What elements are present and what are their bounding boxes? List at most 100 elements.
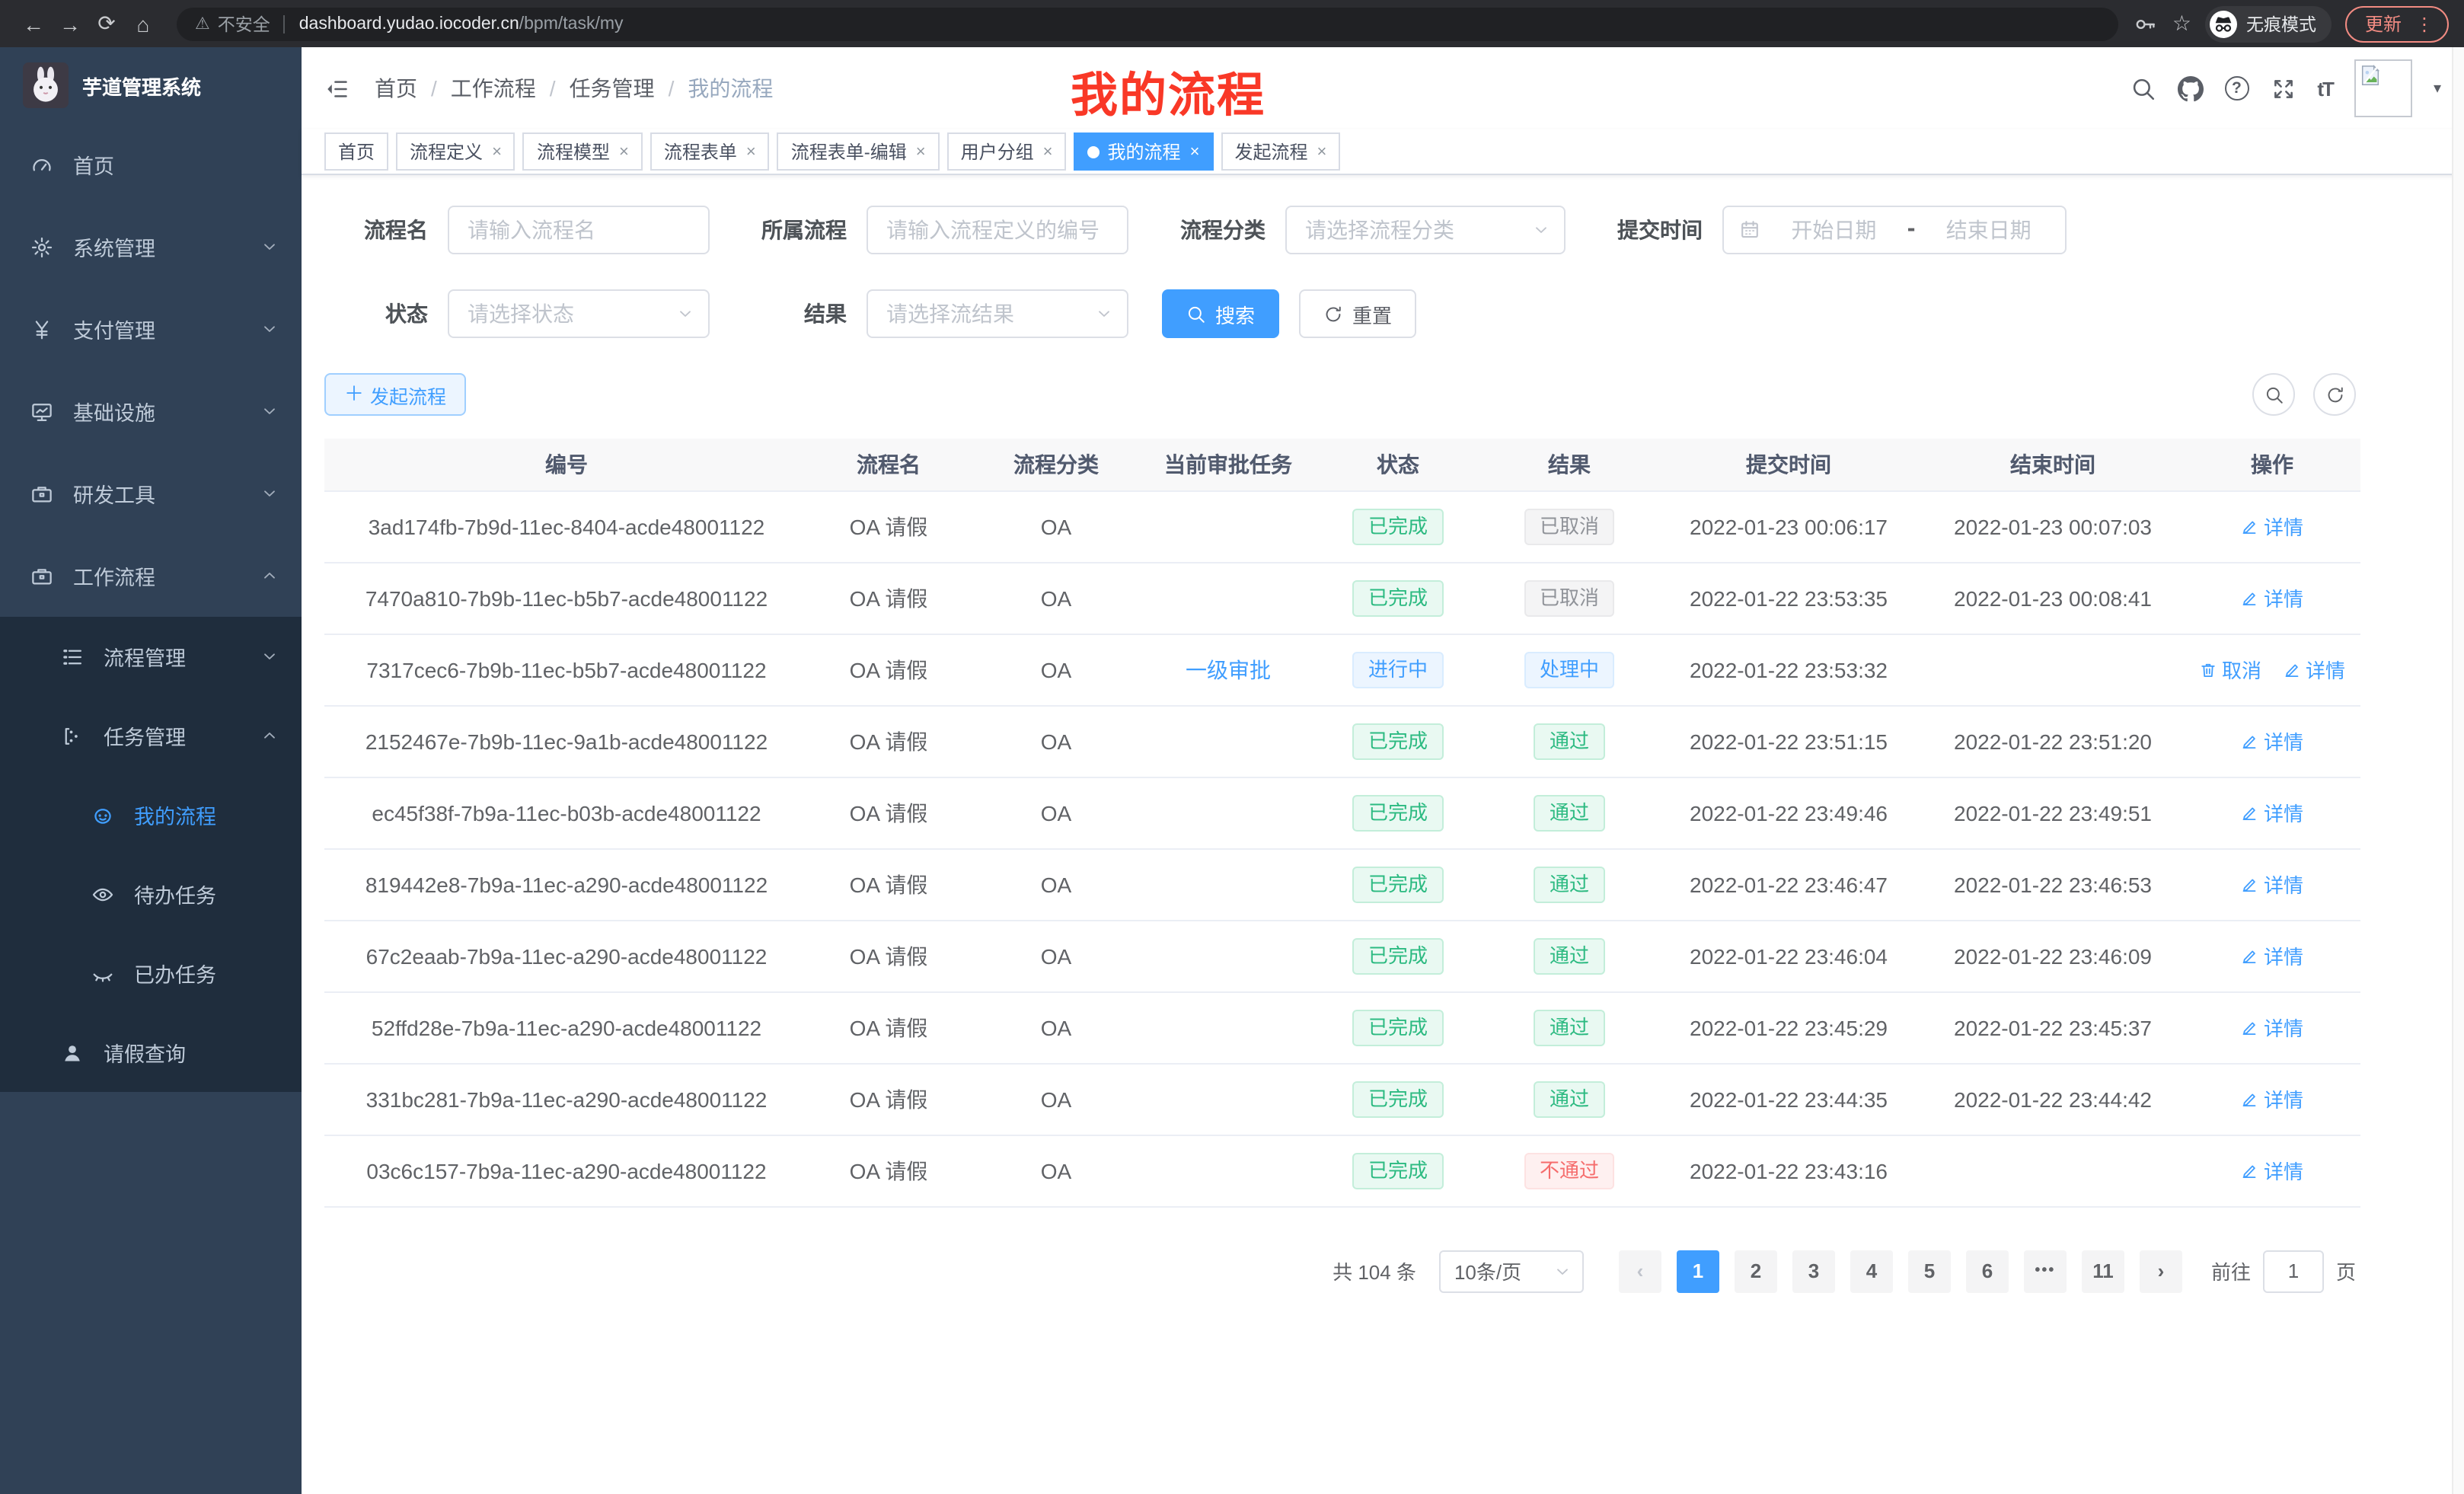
- tab-start-process[interactable]: 发起流程 ×: [1221, 132, 1340, 171]
- status-select[interactable]: 请选择状态: [448, 289, 710, 338]
- detail-action[interactable]: 详情: [2241, 1156, 2303, 1185]
- detail-action[interactable]: 详情: [2241, 1013, 2303, 1042]
- sidebar-item-system[interactable]: 系统管理: [0, 206, 302, 288]
- current-task-link[interactable]: 一级审批: [1186, 657, 1271, 682]
- breadcrumb-item[interactable]: 任务管理: [570, 73, 655, 104]
- address-bar[interactable]: ⚠ 不安全 dashboard.yudao.iocoder.cn/bpm/tas…: [177, 7, 2119, 40]
- browser-update-button[interactable]: 更新 ⋮: [2345, 5, 2449, 42]
- table-row[interactable]: 3ad174fb-7b9d-11ec-8404-acde48001122 OA …: [324, 490, 2360, 562]
- github-icon[interactable]: [2177, 75, 2203, 101]
- table-row[interactable]: ec45f38f-7b9a-11ec-b03b-acde48001122 OA …: [324, 777, 2360, 848]
- close-icon[interactable]: ×: [916, 142, 926, 161]
- hamburger-icon[interactable]: [324, 75, 350, 101]
- detail-action[interactable]: 详情: [2241, 1084, 2303, 1113]
- sidebar-item-dev-tools[interactable]: 研发工具: [0, 452, 302, 535]
- password-key-icon[interactable]: [2134, 11, 2159, 36]
- breadcrumb-item[interactable]: 首页: [375, 73, 417, 104]
- avatar-caret-icon[interactable]: ▾: [2434, 80, 2441, 97]
- refresh-table-button[interactable]: [2313, 373, 2356, 416]
- forward-icon[interactable]: →: [52, 5, 88, 42]
- status-badge: 已完成: [1353, 937, 1443, 974]
- table-row[interactable]: 331bc281-7b9a-11ec-a290-acde48001122 OA …: [324, 1063, 2360, 1135]
- page-button-3[interactable]: 3: [1792, 1250, 1835, 1292]
- detail-action[interactable]: 详情: [2241, 726, 2303, 755]
- tab-process-form[interactable]: 流程表单 ×: [650, 132, 770, 171]
- tab-process-form-edit[interactable]: 流程表单-编辑 ×: [777, 132, 940, 171]
- close-icon[interactable]: ×: [1317, 142, 1326, 161]
- page-button-11[interactable]: 11: [2082, 1250, 2124, 1292]
- process-name-input[interactable]: [448, 206, 710, 254]
- help-icon[interactable]: ?: [2224, 76, 2249, 101]
- page-button-2[interactable]: 2: [1735, 1250, 1777, 1292]
- page-scrollbar[interactable]: [2452, 47, 2464, 1494]
- tab-user-group[interactable]: 用户分组 ×: [947, 132, 1067, 171]
- detail-action[interactable]: 详情: [2241, 941, 2303, 970]
- cell-process-name: OA 请假: [809, 1135, 969, 1206]
- table-row[interactable]: 819442e8-7b9a-11ec-a290-acde48001122 OA …: [324, 848, 2360, 920]
- sidebar-item-payment[interactable]: 支付管理: [0, 288, 302, 370]
- cell-process-name: OA 请假: [809, 777, 969, 848]
- sidebar-item-process-mgmt[interactable]: 流程管理: [0, 617, 302, 696]
- home-icon[interactable]: ⌂: [125, 5, 161, 42]
- breadcrumb-item[interactable]: 工作流程: [451, 73, 536, 104]
- fullscreen-icon[interactable]: [2270, 75, 2296, 101]
- result-select[interactable]: 请选择流结果: [867, 289, 1128, 338]
- table-row[interactable]: 2152467e-7b9b-11ec-9a1b-acde48001122 OA …: [324, 705, 2360, 777]
- process-definition-input[interactable]: [867, 206, 1128, 254]
- page-button-5[interactable]: 5: [1908, 1250, 1951, 1292]
- cancel-action[interactable]: 取消: [2199, 655, 2261, 684]
- page-button-4[interactable]: 4: [1850, 1250, 1893, 1292]
- back-icon[interactable]: ←: [15, 5, 52, 42]
- browser-menu-icon[interactable]: ⋮: [2415, 13, 2434, 34]
- search-icon[interactable]: [2130, 75, 2156, 101]
- close-icon[interactable]: ×: [619, 142, 629, 161]
- submit-time-range-picker[interactable]: 开始日期 - 结束日期: [1722, 206, 2067, 254]
- detail-action[interactable]: 详情: [2283, 655, 2345, 684]
- sidebar-item-done-tasks[interactable]: 已办任务: [0, 934, 302, 1013]
- process-category-select[interactable]: 请选择流程分类: [1285, 206, 1566, 254]
- cell-process-name: OA 请假: [809, 920, 969, 991]
- close-icon[interactable]: ×: [1043, 142, 1053, 161]
- prev-page-button[interactable]: ‹: [1619, 1250, 1661, 1292]
- table-row[interactable]: 7470a810-7b9b-11ec-b5b7-acde48001122 OA …: [324, 562, 2360, 634]
- tab-my-process[interactable]: 我的流程 ×: [1074, 132, 1214, 171]
- sidebar-item-todo-tasks[interactable]: 待办任务: [0, 854, 302, 934]
- sidebar-item-task-mgmt[interactable]: 任务管理: [0, 696, 302, 775]
- page-ellipsis[interactable]: •••: [2024, 1250, 2067, 1292]
- app-logo[interactable]: 芋道管理系统: [0, 47, 302, 123]
- avatar[interactable]: [2354, 59, 2412, 117]
- sidebar-item-my-process[interactable]: 我的流程: [0, 775, 302, 854]
- sidebar-item-home[interactable]: 首页: [0, 123, 302, 206]
- tab-home[interactable]: 首页: [324, 132, 388, 171]
- detail-action[interactable]: 详情: [2241, 583, 2303, 612]
- page-button-1[interactable]: 1: [1677, 1250, 1719, 1292]
- goto-page-input[interactable]: [2263, 1250, 2324, 1292]
- chevron-down-icon: [1095, 305, 1113, 323]
- page-size-select[interactable]: 10条/页: [1439, 1250, 1584, 1292]
- next-page-button[interactable]: ›: [2140, 1250, 2182, 1292]
- toggle-search-button[interactable]: [2252, 373, 2295, 416]
- cell-submit-time: 2022-01-22 23:43:16: [1655, 1135, 1922, 1206]
- start-process-button[interactable]: ＋ 发起流程: [324, 373, 466, 416]
- table-row[interactable]: 67c2eaab-7b9a-11ec-a290-acde48001122 OA …: [324, 920, 2360, 991]
- detail-action[interactable]: 详情: [2241, 512, 2303, 541]
- font-size-icon[interactable]: tT: [2317, 77, 2333, 100]
- table-row[interactable]: 52ffd28e-7b9a-11ec-a290-acde48001122 OA …: [324, 991, 2360, 1063]
- close-icon[interactable]: ×: [492, 142, 502, 161]
- sidebar-item-infrastructure[interactable]: 基础设施: [0, 370, 302, 452]
- reset-button[interactable]: 重置: [1299, 289, 1416, 338]
- close-icon[interactable]: ×: [1190, 142, 1200, 161]
- detail-action[interactable]: 详情: [2241, 870, 2303, 899]
- table-row[interactable]: 7317cec6-7b9b-11ec-b5b7-acde48001122 OA …: [324, 634, 2360, 705]
- reload-icon[interactable]: ⟳: [88, 5, 125, 42]
- detail-action[interactable]: 详情: [2241, 798, 2303, 827]
- tab-process-definition[interactable]: 流程定义 ×: [396, 132, 515, 171]
- close-icon[interactable]: ×: [746, 142, 756, 161]
- page-button-6[interactable]: 6: [1966, 1250, 2009, 1292]
- search-button[interactable]: 搜索: [1162, 289, 1279, 338]
- bookmark-star-icon[interactable]: ☆: [2172, 11, 2191, 37]
- tab-process-model[interactable]: 流程模型 ×: [523, 132, 643, 171]
- sidebar-item-leave-query[interactable]: 请假查询: [0, 1013, 302, 1092]
- sidebar-item-workflow[interactable]: 工作流程: [0, 535, 302, 617]
- table-row[interactable]: 03c6c157-7b9a-11ec-a290-acde48001122 OA …: [324, 1135, 2360, 1206]
